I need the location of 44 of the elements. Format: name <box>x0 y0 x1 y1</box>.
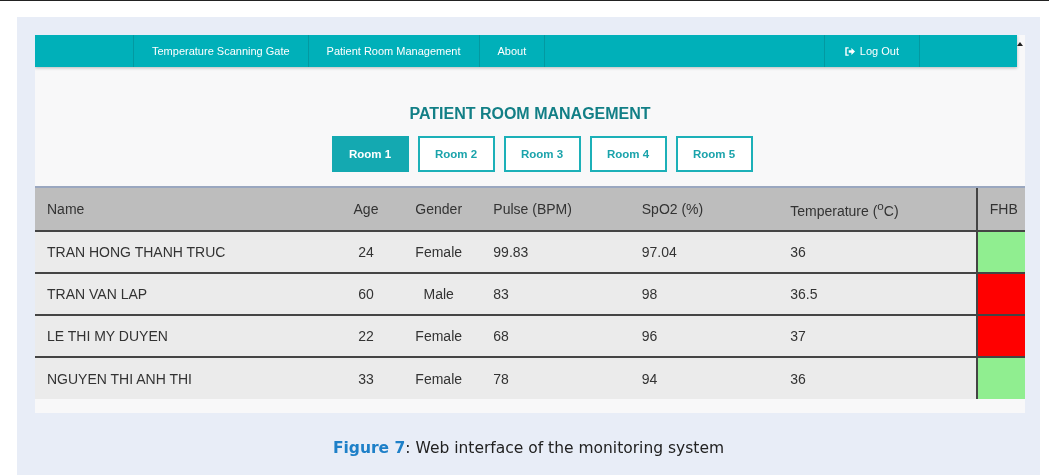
logout-icon <box>844 46 856 56</box>
table-cell: 33 <box>335 357 397 399</box>
table-cell: 94 <box>629 357 779 399</box>
table-cell: 68 <box>481 315 630 357</box>
nav-link[interactable]: About <box>479 35 546 67</box>
table-cell: TRAN VAN LAP <box>35 273 336 315</box>
table-cell: 37 <box>778 315 977 357</box>
column-header: Age <box>335 187 397 231</box>
figure-caption: Figure 7: Web interface of the monitoring system <box>331 439 726 457</box>
table-cell: LE THI MY DUYEN <box>35 315 336 357</box>
table-cell: 22 <box>335 315 397 357</box>
table-cell: Male <box>396 273 482 315</box>
column-header: Gender <box>396 187 482 231</box>
table-cell: 78 <box>481 357 630 399</box>
table-cell: 99.83 <box>481 231 630 273</box>
table-cell: 83 <box>481 273 630 315</box>
room-tab[interactable]: Room 3 <box>503 136 581 172</box>
page-heading: PATIENT ROOM MANAGEMENT <box>409 105 651 123</box>
column-header: FHB <box>976 187 1025 231</box>
table-cell: NGUYEN THI ANH THI <box>35 357 336 399</box>
column-header: Pulse (BPM) <box>481 187 630 231</box>
column-header: Temperature ($^{o}$C) <box>778 187 977 231</box>
table-cell: Female <box>396 315 482 357</box>
room-tab[interactable]: Room 5 <box>675 136 753 172</box>
table-cell: 97.04 <box>629 231 779 273</box>
table-cell: 96 <box>629 315 779 357</box>
room-tab[interactable]: Room 4 <box>589 136 667 172</box>
scroll-up-icon[interactable] <box>1017 42 1023 46</box>
room-tab[interactable]: Room 2 <box>417 136 495 172</box>
nav-link[interactable]: Temperature Scanning Gate <box>134 35 309 67</box>
table-cell: Female <box>396 357 482 399</box>
column-header: Name <box>35 187 336 231</box>
nav-link[interactable]: Patient Room Management <box>308 35 480 67</box>
logout-link[interactable]: Log Out <box>824 35 920 67</box>
table-cell: 36.5 <box>778 273 977 315</box>
table-cell: Female <box>396 231 482 273</box>
column-header: SpO2 (%) <box>629 187 779 231</box>
room-tab[interactable]: Room 1 <box>331 136 409 172</box>
table-cell: 36 <box>778 231 977 273</box>
table-cell: 36 <box>778 357 977 399</box>
table-cell: 60 <box>335 273 397 315</box>
table-cell: TRAN HONG THANH TRUC <box>35 231 336 273</box>
table-cell: 24 <box>335 231 397 273</box>
table-cell: 98 <box>629 273 779 315</box>
